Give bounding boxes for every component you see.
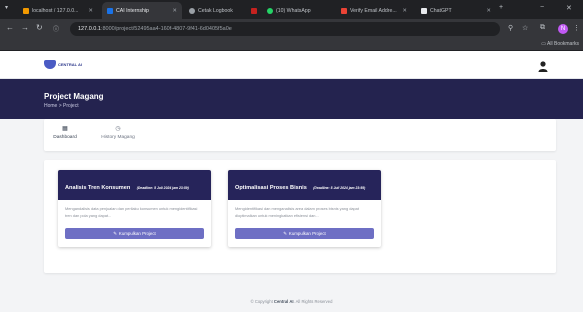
- tab-favicon-icon: [267, 7, 273, 14]
- close-icon[interactable]: ✕: [172, 8, 177, 14]
- forward-arrow-icon[interactable]: →: [21, 23, 29, 32]
- close-icon[interactable]: ✕: [402, 8, 407, 14]
- site-info-icon[interactable]: ⓘ: [53, 24, 59, 33]
- zoom-icon[interactable]: ⚲: [508, 24, 513, 32]
- app-header: CENTRAL AI: [0, 51, 583, 79]
- logo[interactable]: CENTRAL AI: [44, 60, 82, 69]
- project-card-header: Optimalisasi Proses Bisnis (Deadline: 5 …: [228, 170, 381, 200]
- sub-navigation: ▦ Dashboard ◷ History Magang: [44, 119, 556, 151]
- tab-favicon-icon: [251, 7, 257, 14]
- submit-project-label: Kumpulkan Project: [118, 231, 156, 236]
- tab-title: localhost / 127.0.0...: [32, 7, 79, 14]
- project-card: Analisis Tren Konsumen (Deadline: 5 Juli…: [58, 170, 211, 247]
- url-path: :8000/project/52495aa4-160f-4807-9f41-6d…: [100, 26, 232, 32]
- projects-panel: Analisis Tren Konsumen (Deadline: 5 Juli…: [44, 160, 556, 273]
- page-banner: Project Magang Home > Project: [0, 79, 583, 119]
- bookmark-star-icon[interactable]: ☆: [522, 24, 528, 32]
- all-bookmarks-button[interactable]: ▭ All Bookmarks: [541, 41, 579, 47]
- browser-tab-bar: ▾ localhost / 127.0.0... ✕ CAI Internshi…: [0, 0, 583, 19]
- page-title: Project Magang: [44, 92, 104, 101]
- window-close-button[interactable]: ✕: [566, 4, 572, 12]
- browser-tab[interactable]: (10) WhatsApp: [262, 2, 328, 19]
- submit-project-button[interactable]: ✎ Kumpulkan Project: [235, 228, 374, 239]
- footer-rights: . All Rights Reserved: [293, 299, 333, 304]
- footer-copyright: © Copyright: [250, 299, 273, 304]
- tab-title: CAI Internship: [116, 7, 149, 14]
- url-host: 127.0.0.1: [78, 26, 101, 32]
- back-arrow-icon[interactable]: ←: [6, 23, 14, 32]
- project-card: Optimalisasi Proses Bisnis (Deadline: 5 …: [228, 170, 381, 247]
- breadcrumb[interactable]: Home > Project: [44, 103, 79, 109]
- tab-title: ChatGPT: [430, 7, 452, 14]
- bookmarks-bar: ▭ All Bookmarks: [0, 39, 583, 51]
- close-icon[interactable]: ✕: [486, 8, 491, 14]
- menu-dots-icon[interactable]: ⋮: [573, 24, 580, 32]
- browser-tab[interactable]: localhost / 127.0.0... ✕: [18, 2, 98, 19]
- tab-title: (10) WhatsApp: [276, 7, 311, 14]
- extensions-icon[interactable]: ⧉: [540, 24, 545, 32]
- tab-favicon-icon: [421, 7, 427, 14]
- tab-title: Cetak Logbook: [198, 7, 233, 14]
- browser-address-bar: ← → ↻ ⓘ 127.0.0.1 :8000/project/52495aa4…: [0, 19, 583, 39]
- tab-history-label: History Magang: [101, 135, 135, 140]
- reload-icon[interactable]: ↻: [36, 23, 43, 32]
- profile-avatar[interactable]: N: [558, 24, 568, 34]
- tab-favicon-icon: [107, 7, 113, 14]
- close-icon[interactable]: ✕: [88, 8, 93, 14]
- tab-favicon-icon: [341, 7, 347, 14]
- edit-icon: ✎: [113, 230, 117, 236]
- logo-text: CENTRAL AI: [58, 62, 82, 67]
- footer: © Copyright Central AI. All Rights Reser…: [0, 291, 583, 312]
- logo-mark-icon: [44, 60, 56, 69]
- folder-icon: ▭: [541, 41, 546, 47]
- project-deadline: (Deadline: 5 Juli 2024 jam 23:59): [313, 186, 366, 190]
- url-input[interactable]: 127.0.0.1 :8000/project/52495aa4-160f-48…: [70, 22, 500, 36]
- tab-dashboard[interactable]: ▦ Dashboard: [51, 125, 79, 140]
- browser-tab[interactable]: [246, 2, 260, 19]
- browser-tab-active[interactable]: CAI Internship ✕: [102, 2, 182, 19]
- footer-brand: Central AI: [273, 299, 294, 304]
- tab-history[interactable]: ◷ History Magang: [96, 125, 140, 140]
- project-description: Mengandalisis data penjualan dan perilak…: [65, 206, 198, 218]
- browser-tab[interactable]: ChatGPT ✕: [416, 2, 496, 19]
- browser-tab[interactable]: Cetak Logbook: [184, 2, 244, 19]
- user-icon[interactable]: [538, 61, 548, 72]
- minimize-button[interactable]: −: [540, 4, 544, 11]
- submit-project-button[interactable]: ✎ Kumpulkan Project: [65, 228, 204, 239]
- project-title: Optimalisasi Proses Bisnis: [235, 185, 307, 191]
- edit-icon: ✎: [283, 230, 287, 236]
- project-deadline: (Deadline: 5 Juli 2024 jam 23:59): [136, 186, 189, 190]
- browser-tab[interactable]: Verify Email Addre... ✕: [336, 2, 412, 19]
- history-clock-icon: ◷: [115, 126, 121, 132]
- tab-favicon-icon: [189, 7, 195, 14]
- new-tab-button[interactable]: +: [499, 4, 503, 11]
- all-bookmarks-label: All Bookmarks: [547, 41, 579, 47]
- tab-title: Verify Email Addre...: [350, 7, 397, 14]
- project-description: Mengidentifikasi dan menganalisis area d…: [235, 206, 359, 218]
- project-title: Analisis Tren Konsumen: [65, 185, 131, 191]
- tab-dashboard-label: Dashboard: [53, 135, 77, 140]
- tab-search-icon[interactable]: ▾: [5, 4, 8, 11]
- tab-favicon-icon: [23, 7, 29, 14]
- project-card-header: Analisis Tren Konsumen (Deadline: 5 Juli…: [58, 170, 211, 200]
- dashboard-grid-icon: ▦: [62, 126, 68, 132]
- submit-project-label: Kumpulkan Project: [288, 231, 326, 236]
